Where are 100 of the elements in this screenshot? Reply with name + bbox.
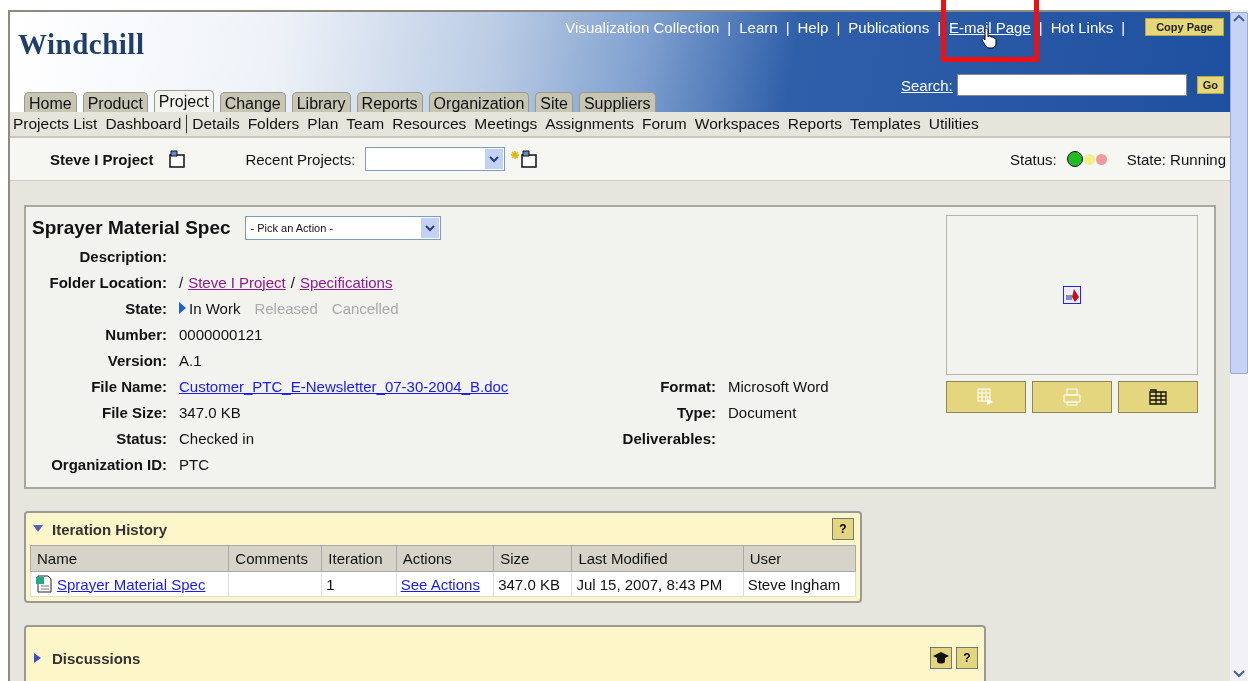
field-value: 0000000121 (179, 325, 263, 343)
nav-tab[interactable]: Home (24, 92, 77, 112)
folder-link[interactable]: Specifications (299, 273, 393, 291)
nav-tab[interactable]: Change (219, 92, 286, 112)
field-label: State: (124, 299, 167, 317)
path-separator: / (179, 273, 184, 291)
column-header[interactable]: User (743, 545, 856, 572)
column-header[interactable]: Comments (228, 545, 322, 572)
header-link[interactable]: E-mail Page (949, 18, 1031, 36)
lifecycle-state: In Work (189, 299, 241, 317)
sub-nav-link[interactable]: Meetings (474, 115, 538, 133)
column-header[interactable]: Last Modified (571, 545, 744, 572)
header-link[interactable]: Help (797, 18, 829, 36)
print-icon (1063, 388, 1081, 406)
separator: | (936, 18, 943, 36)
sub-nav-link[interactable]: Team (346, 115, 385, 133)
column-header[interactable]: Actions (396, 545, 494, 572)
table-cell: 347.0 KB (498, 575, 560, 593)
column-header[interactable]: Iteration (321, 545, 397, 572)
field-label: Format: (659, 377, 716, 395)
sub-nav-link[interactable]: Assignments (545, 115, 634, 133)
field-value: Checked in (179, 429, 255, 447)
field-label: Description: (78, 247, 167, 265)
folder-icon[interactable] (167, 149, 188, 169)
folder-button[interactable] (1118, 381, 1198, 413)
path-separator: / (290, 273, 295, 291)
sub-nav-link[interactable]: Templates (850, 115, 921, 133)
recent-projects-label: Recent Projects: (245, 150, 356, 168)
sub-nav-link[interactable]: Dashboard (105, 115, 182, 133)
field-value: Document (728, 403, 798, 421)
go-button[interactable]: Go (1196, 76, 1224, 94)
field-label: Number: (104, 325, 167, 343)
folder-table-icon (1149, 389, 1167, 405)
word-document-icon (35, 575, 53, 593)
search-link[interactable]: Search: (901, 76, 953, 94)
sub-nav-link[interactable]: Plan (307, 115, 339, 133)
header-link[interactable]: Learn (739, 18, 778, 36)
sub-nav-link[interactable]: Projects List (13, 115, 98, 133)
nav-tab[interactable]: Library (291, 92, 351, 112)
field-value: A.1 (179, 351, 202, 369)
field-label: File Name: (90, 377, 167, 395)
separator: | (784, 18, 791, 36)
sub-nav-link[interactable]: Resources (392, 115, 467, 133)
sub-nav-link[interactable]: Folders (247, 115, 300, 133)
field-label: Version: (106, 351, 167, 369)
sub-nav-link[interactable]: Forum (642, 115, 687, 133)
action-select[interactable]: - Pick an Action - (244, 216, 441, 240)
field-value: PTC (179, 455, 209, 473)
sub-nav-link[interactable]: Reports (787, 115, 843, 133)
separator: | (835, 18, 842, 36)
field-label: Folder Location: (48, 273, 167, 291)
sub-nav-link[interactable]: Details (192, 115, 240, 133)
scroll-up-icon[interactable] (1233, 13, 1245, 23)
column-header[interactable]: Name (30, 545, 229, 572)
separator: | (1120, 18, 1127, 36)
field-label: Deliverables: (621, 429, 716, 447)
scrollbar[interactable] (1230, 10, 1248, 681)
folder-link[interactable]: Steve I Project (188, 273, 286, 291)
sub-nav-link[interactable]: Utilities (928, 115, 979, 133)
recent-projects-select[interactable] (365, 147, 506, 171)
lifecycle-state: Released (254, 299, 318, 317)
table-cell: 1 (326, 575, 335, 593)
table-cell: Steve Ingham (747, 575, 841, 593)
nav-tab[interactable]: Organization (428, 92, 530, 112)
caret-icon (420, 218, 439, 238)
help-button[interactable]: ? (956, 647, 978, 669)
file-link[interactable]: Customer_PTC_E-Newsletter_07-30-2004_B.doc (179, 377, 509, 395)
field-label: Status: (115, 429, 167, 447)
document-title: Sprayer Material Spec (32, 217, 231, 239)
column-header[interactable]: Size (493, 545, 572, 572)
field-value: Microsoft Word (728, 377, 830, 395)
nav-tab[interactable]: Product (82, 92, 148, 112)
separator: | (1037, 18, 1044, 36)
grid-button[interactable] (946, 381, 1026, 413)
nav-tab[interactable]: Suppliers (578, 92, 656, 112)
field-label: Type: (676, 403, 716, 421)
lifecycle-state: Cancelled (331, 299, 399, 317)
separator: | (726, 18, 733, 36)
copy-page-button[interactable]: Copy Page (1145, 18, 1224, 36)
table-cell: Jul 15, 2007, 8:43 PM (576, 575, 723, 593)
nav-tab[interactable]: Reports (356, 92, 423, 112)
header-link[interactable]: Publications (848, 18, 930, 36)
nav-tab[interactable]: Site (535, 92, 573, 112)
training-button[interactable] (930, 647, 952, 669)
caret-icon (485, 149, 504, 169)
project-state: State: Running (1126, 150, 1226, 168)
nav-tab[interactable]: Project (153, 90, 214, 112)
help-button[interactable]: ? (832, 518, 854, 540)
field-label: Organization ID: (50, 455, 167, 473)
scroll-down-icon[interactable] (1233, 669, 1245, 679)
new-folder-icon[interactable] (511, 149, 538, 169)
project-name: Steve I Project (50, 150, 154, 168)
header-link[interactable]: Hot Links (1050, 18, 1114, 36)
print-button[interactable] (1032, 381, 1112, 413)
grid-icon (977, 388, 995, 406)
sub-nav-link[interactable]: Workspaces (694, 115, 780, 133)
panel-title: Iteration History (52, 520, 168, 538)
field-value: 347.0 KB (179, 403, 241, 421)
search-field[interactable] (956, 74, 1187, 96)
status-label: Status: (1010, 150, 1057, 168)
